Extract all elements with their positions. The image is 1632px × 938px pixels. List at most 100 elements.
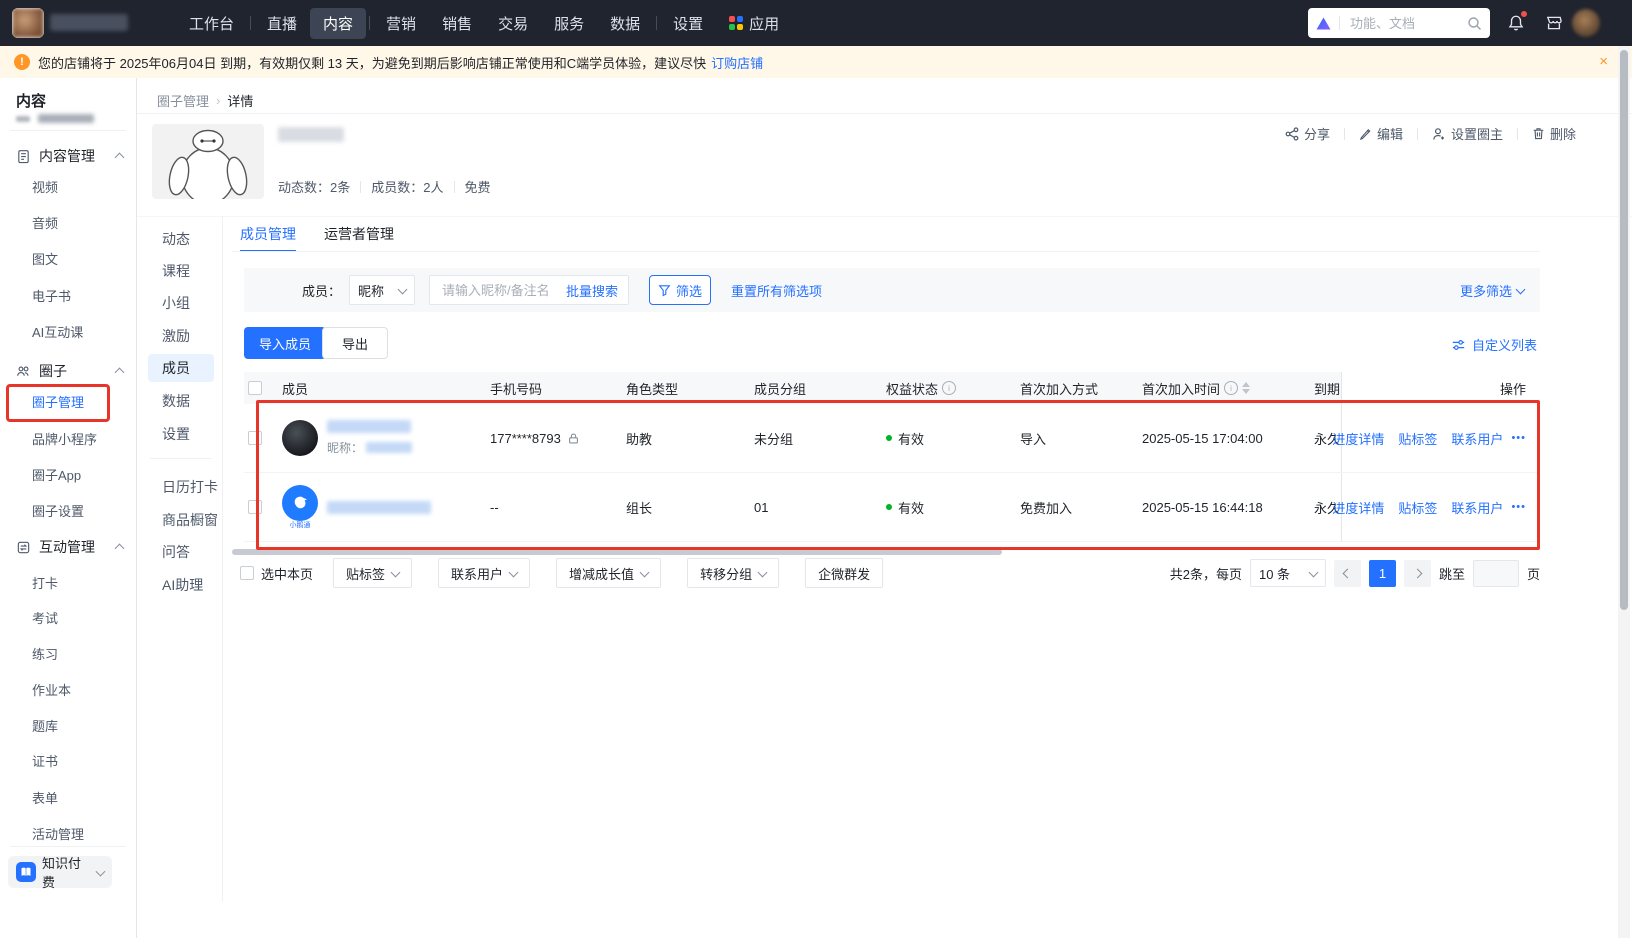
nav-item-service[interactable]: 服务 — [541, 8, 597, 39]
batch-contact-button[interactable]: 联系用户 — [438, 558, 531, 588]
sidebar-item-community-app[interactable]: 圈子App — [32, 462, 81, 486]
breadcrumb-parent[interactable]: 圈子管理 — [157, 91, 209, 110]
inner-menu-feed[interactable]: 动态 — [162, 227, 190, 251]
select-all-checkbox[interactable] — [248, 381, 262, 395]
reset-filters-link[interactable]: 重置所有筛选项 — [731, 281, 822, 300]
nav-divider — [250, 16, 252, 30]
nav-item-workbench[interactable]: 工作台 — [176, 8, 247, 39]
store-icon[interactable] — [1544, 13, 1564, 33]
sidebar-section-community[interactable]: 圈子 — [0, 358, 137, 384]
product-switcher-knowledge-pay[interactable]: 知识付费 — [8, 856, 112, 890]
lock-icon[interactable] — [567, 432, 580, 445]
sidebar-item-exam[interactable]: 考试 — [32, 605, 58, 629]
breadcrumb-separator-icon: › — [216, 93, 221, 108]
nickname-search-input[interactable] — [440, 281, 555, 299]
sidebar-item-homework[interactable]: 作业本 — [32, 677, 71, 701]
inner-menu-data[interactable]: 数据 — [162, 389, 190, 413]
inner-menu-members[interactable]: 成员 — [162, 356, 190, 380]
global-search-box[interactable] — [1308, 8, 1490, 38]
sidebar-section-content-mgmt[interactable]: 内容管理 — [0, 143, 137, 169]
col-header-join-time[interactable]: 首次加入时间 i — [1142, 372, 1314, 404]
nav-item-content[interactable]: 内容 — [310, 7, 367, 39]
edit-button[interactable]: 编辑 — [1359, 124, 1403, 143]
inner-menu-courses[interactable]: 课程 — [162, 259, 190, 283]
set-owner-button[interactable]: 设置圈主 — [1432, 124, 1503, 143]
share-button[interactable]: 分享 — [1285, 124, 1330, 143]
col-header-expire: 到期 — [1314, 381, 1341, 397]
sidebar-item-video[interactable]: 视频 — [32, 174, 58, 198]
user-avatar[interactable] — [1572, 9, 1600, 37]
inner-menu-settings[interactable]: 设置 — [162, 422, 190, 446]
sidebar-item-community-mgmt[interactable]: 圈子管理 — [32, 389, 84, 413]
inner-menu-groups[interactable]: 小组 — [162, 291, 190, 315]
close-icon[interactable]: × — [1599, 54, 1608, 70]
contact-user-link[interactable]: 联系用户 — [1451, 498, 1503, 517]
inner-menu-qa[interactable]: 问答 — [162, 540, 190, 564]
info-icon[interactable]: i — [942, 381, 957, 395]
vertical-scrollbar[interactable] — [1620, 50, 1628, 610]
select-page-checkbox[interactable] — [240, 566, 254, 580]
batch-move-group-button[interactable]: 转移分组 — [687, 558, 780, 588]
page-size-select[interactable]: 10 条 — [1249, 559, 1326, 587]
batch-tag-button[interactable]: 贴标签 — [333, 558, 413, 588]
tag-link[interactable]: 贴标签 — [1398, 429, 1437, 448]
inner-menu-incentive[interactable]: 激励 — [162, 324, 190, 348]
more-filters-link[interactable]: 更多筛选 — [1460, 281, 1526, 300]
sidebar-item-community-settings[interactable]: 圈子设置 — [32, 498, 84, 522]
horizontal-scrollbar[interactable] — [232, 549, 1002, 555]
progress-detail-link[interactable]: 进度详情 — [1332, 498, 1384, 517]
sidebar-item-form[interactable]: 表单 — [32, 785, 58, 809]
sidebar-item-article[interactable]: 图文 — [32, 246, 58, 270]
nav-item-marketing[interactable]: 营销 — [373, 8, 429, 39]
nav-item-sales[interactable]: 销售 — [429, 8, 485, 39]
global-search-input[interactable] — [1348, 14, 1467, 32]
filter-type-select[interactable]: 昵称 — [349, 275, 416, 305]
nav-item-apps[interactable]: 应用 — [716, 8, 792, 39]
renew-store-link[interactable]: 订购店铺 — [711, 53, 763, 72]
sidebar-item-activity-mgmt[interactable]: 活动管理 — [32, 821, 84, 845]
batch-search-link[interactable]: 批量搜索 — [566, 281, 618, 300]
batch-wecom-button[interactable]: 企微群发 — [805, 558, 884, 588]
inner-menu-product-showcase[interactable]: 商品橱窗 — [162, 508, 218, 532]
row-actions: 进度详情 贴标签 联系用户 ••• — [1332, 404, 1540, 472]
nav-item-settings[interactable]: 设置 — [660, 8, 716, 39]
nav-item-data[interactable]: 数据 — [597, 8, 653, 39]
row-checkbox[interactable] — [248, 431, 262, 445]
import-members-button[interactable]: 导入成员 — [244, 327, 327, 359]
row-checkbox[interactable] — [248, 500, 262, 514]
inner-menu-calendar-checkin[interactable]: 日历打卡 — [162, 475, 218, 499]
sidebar-item-ebook[interactable]: 电子书 — [32, 283, 71, 307]
notifications-bell-icon[interactable] — [1506, 11, 1527, 33]
sidebar-item-question-bank[interactable]: 题库 — [32, 713, 58, 737]
sidebar-item-audio[interactable]: 音频 — [32, 210, 58, 234]
sidebar-item-brand-miniapp[interactable]: 品牌小程序 — [32, 426, 97, 450]
prev-page-button[interactable] — [1333, 559, 1361, 587]
sort-icon[interactable] — [1242, 382, 1251, 394]
inner-menu-ai-assistant[interactable]: AI助理 — [162, 573, 203, 597]
sidebar-section-interaction[interactable]: 互动管理 — [0, 534, 137, 560]
search-icon[interactable] — [1467, 16, 1482, 31]
delete-button[interactable]: 删除 — [1532, 124, 1576, 143]
sidebar-item-ai-course[interactable]: AI互动课 — [32, 319, 83, 343]
batch-growth-button[interactable]: 增减成长值 — [556, 558, 662, 588]
nav-item-trade[interactable]: 交易 — [485, 8, 541, 39]
contact-user-link[interactable]: 联系用户 — [1451, 429, 1503, 448]
tab-member-management[interactable]: 成员管理 — [240, 224, 296, 252]
more-actions-icon[interactable]: ••• — [1511, 501, 1526, 513]
sidebar-item-checkin[interactable]: 打卡 — [32, 570, 58, 594]
filter-button[interactable]: 筛选 — [649, 275, 712, 305]
jump-page-input[interactable] — [1472, 559, 1519, 587]
sidebar-item-certificate[interactable]: 证书 — [32, 748, 58, 772]
more-actions-icon[interactable]: ••• — [1511, 432, 1526, 444]
sidebar-item-practice[interactable]: 练习 — [32, 641, 58, 665]
tab-operator-management[interactable]: 运营者管理 — [324, 224, 394, 252]
next-page-button[interactable] — [1403, 559, 1431, 587]
app-logo[interactable] — [12, 8, 44, 38]
progress-detail-link[interactable]: 进度详情 — [1332, 429, 1384, 448]
tag-link[interactable]: 贴标签 — [1398, 498, 1437, 517]
info-icon[interactable]: i — [1224, 381, 1239, 395]
customize-columns-link[interactable]: 自定义列表 — [1451, 335, 1537, 354]
export-button[interactable]: 导出 — [322, 327, 389, 359]
current-page-button[interactable]: 1 — [1368, 559, 1396, 587]
nav-item-live[interactable]: 直播 — [254, 8, 310, 39]
